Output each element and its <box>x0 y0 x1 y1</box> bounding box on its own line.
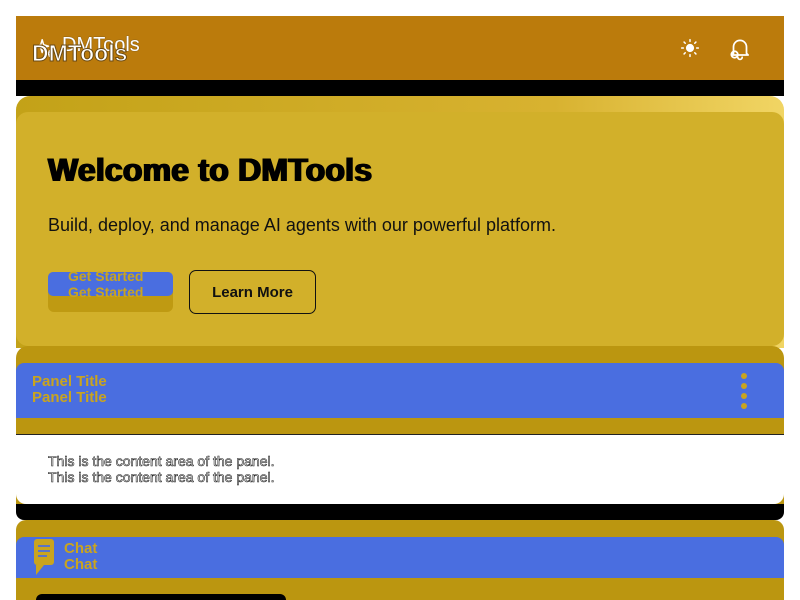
chat-panel-edge <box>36 594 286 600</box>
hero-card: Welcome to DMTools Build, deploy, and ma… <box>16 112 784 346</box>
hero-subtitle: Build, deploy, and manage AI agents with… <box>48 215 556 235</box>
chat-toggle[interactable]: Chat Chat <box>16 537 784 578</box>
top-header: DMTools DMTools <box>16 16 784 80</box>
app-frame: DMTools DMTools Welcome to DMTools Build… <box>16 16 784 600</box>
chat-label: Chat <box>64 540 98 557</box>
panel-body-text: This is the content area of the panel. <box>48 453 275 470</box>
kebab-menu-icon[interactable] <box>740 373 748 409</box>
sun-icon[interactable] <box>676 34 704 62</box>
learn-more-button[interactable]: Learn More <box>189 270 316 314</box>
get-started-label-overlay: Get Started <box>68 284 144 300</box>
panel-title: Panel Title <box>32 373 107 390</box>
brand[interactable]: DMTools DMTools <box>31 28 182 68</box>
chat-label-overlay: Chat <box>64 556 98 573</box>
chat-icon <box>32 537 56 577</box>
hero-actions: Get Started Get Started Learn More <box>48 268 752 316</box>
header-divider <box>16 80 784 96</box>
header-actions <box>676 34 768 62</box>
panel-shadow <box>16 504 784 520</box>
panel-header: Panel Title Panel Title <box>16 363 784 418</box>
panel-title-overlay: Panel Title <box>32 389 107 406</box>
panel-body-text-overlay: This is the content area of the panel. <box>48 469 275 486</box>
bell-icon[interactable] <box>726 34 754 62</box>
brand-name-overlay: DMTools <box>31 40 128 67</box>
get-started-label: Get Started <box>68 268 144 284</box>
panel-content: This is the content area of the panel. T… <box>16 434 784 504</box>
hero-title: Welcome to DMTools <box>48 152 373 188</box>
